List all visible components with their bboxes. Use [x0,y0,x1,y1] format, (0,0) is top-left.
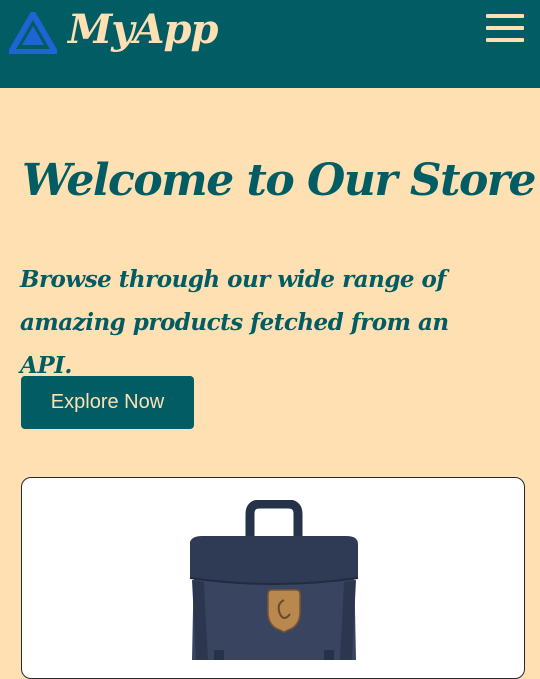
explore-now-button[interactable]: Explore Now [21,376,194,429]
brand-name[interactable]: MyApp [68,6,218,53]
logo-icon[interactable] [9,12,57,54]
hamburger-menu-icon[interactable] [486,14,526,42]
menu-bar [486,38,524,42]
hero-title: Welcome to Our Store [22,155,536,206]
hero-subtitle: Browse through our wide range of amazing… [20,266,449,379]
menu-bar [486,26,524,30]
backpack-product-image[interactable] [168,500,380,660]
product-card[interactable] [21,477,525,679]
menu-bar [486,14,524,18]
navbar: MyApp [0,0,540,88]
